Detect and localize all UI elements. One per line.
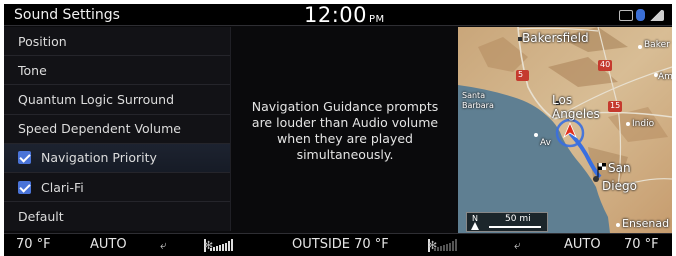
description-panel: Navigation Guidance prompts are louder t…	[230, 27, 458, 231]
scale-label: 50 mi	[505, 214, 531, 224]
menu-item-clari-fi[interactable]: Clari-Fi	[4, 173, 230, 203]
menu-item-position[interactable]: Position	[4, 27, 230, 57]
driver-temperature[interactable]: 70 °F	[16, 237, 51, 252]
map-graphic	[458, 27, 672, 233]
map-label-ensenada: Ensenad	[622, 217, 670, 230]
map-label-baker: Baker	[644, 40, 670, 50]
map-label-san: San	[608, 161, 631, 175]
signal-icon	[648, 9, 664, 21]
menu-item-label: Speed Dependent Volume	[18, 121, 181, 137]
map-label-bakersfield: Bakersfield	[522, 31, 589, 45]
menu-item-label: Navigation Priority	[41, 150, 157, 166]
passenger-auto-mode[interactable]: AUTO	[564, 237, 601, 252]
climate-bar: 70 °F AUTO ⤶ ✻ OUTSIDE 70 °F ✻ ⤶ AUTO 70…	[4, 233, 672, 256]
menu-item-speed-dependent-volume[interactable]: Speed Dependent Volume	[4, 115, 230, 144]
north-arrow-icon	[471, 222, 479, 230]
scale-bar	[489, 226, 541, 228]
passenger-fan-speed[interactable]: ✻	[428, 238, 457, 252]
checkbox-checked-icon[interactable]	[18, 180, 31, 194]
checkbox-checked-icon[interactable]	[18, 151, 31, 165]
infotainment-screen: Sound Settings 12:00 PM Position Tone Qua…	[4, 4, 672, 256]
passenger-temperature[interactable]: 70 °F	[624, 237, 659, 252]
fan-icon: ✻	[428, 238, 438, 252]
map-label-diego: Diego	[602, 179, 637, 193]
driver-fan-speed[interactable]: ✻	[204, 238, 233, 252]
clock: 12:00 PM	[304, 4, 385, 27]
clock-time: 12:00	[304, 4, 368, 27]
map-label-los-angeles: Los Angeles	[552, 93, 600, 121]
outside-temperature: OUTSIDE 70 °F	[292, 237, 389, 252]
passenger-airflow-icon[interactable]: ⤶	[514, 238, 521, 253]
highway-shield-15: 15	[610, 101, 621, 110]
menu-item-tone[interactable]: Tone	[4, 56, 230, 86]
sound-settings-menu: Position Tone Quantum Logic Surround Spe…	[4, 27, 230, 231]
clock-ampm: PM	[369, 14, 385, 25]
menu-item-navigation-priority[interactable]: Navigation Priority	[4, 143, 230, 173]
menu-item-label: Clari-Fi	[41, 179, 84, 195]
menu-item-quantum-logic-surround[interactable]: Quantum Logic Surround	[4, 85, 230, 115]
battery-icon	[619, 9, 633, 21]
screen-title: Sound Settings	[14, 7, 120, 23]
driver-airflow-icon[interactable]: ⤶	[160, 238, 167, 253]
map-label-santa-barbara: Santa Barbara	[462, 91, 494, 110]
driver-auto-mode[interactable]: AUTO	[90, 237, 127, 252]
status-bar: Sound Settings 12:00 PM	[4, 4, 672, 27]
menu-item-label: Quantum Logic Surround	[18, 91, 175, 107]
highway-shield-40: 40	[600, 60, 611, 69]
description-text: Navigation Guidance prompts are louder t…	[251, 99, 439, 162]
map-scale[interactable]: N 50 mi	[466, 212, 548, 232]
highway-shield-5: 5	[518, 70, 524, 79]
map-label-av: Av	[540, 138, 551, 148]
menu-item-label: Position	[18, 33, 67, 49]
map-label-amb: Amb	[658, 72, 672, 82]
menu-item-label: Default	[18, 209, 64, 225]
fan-icon: ✻	[204, 238, 214, 252]
menu-item-label: Tone	[18, 62, 47, 78]
map-label-indio: Indio	[632, 119, 655, 129]
menu-item-default[interactable]: Default	[4, 202, 230, 231]
status-icons	[619, 9, 664, 21]
bluetooth-icon	[636, 9, 645, 21]
navigation-map[interactable]: Bakersfield Baker Amb Santa Barbara Los …	[458, 27, 672, 233]
